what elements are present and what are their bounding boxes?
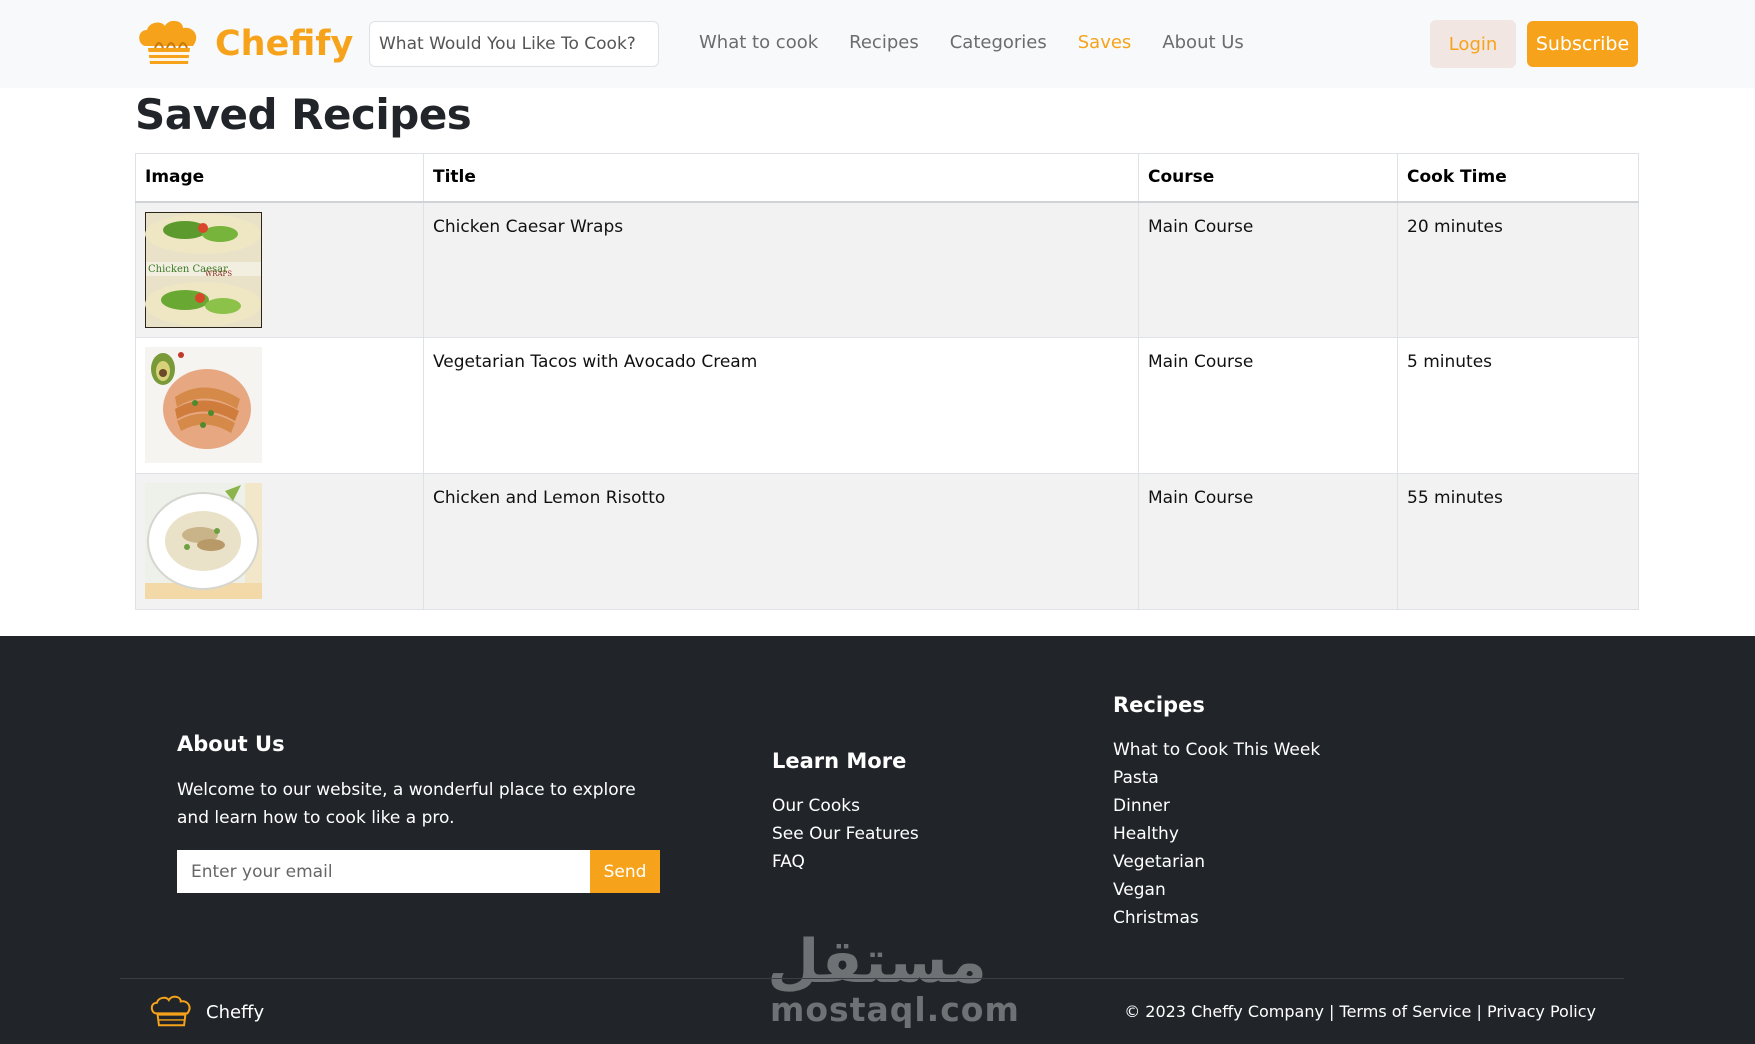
footer-link-healthy[interactable]: Healthy — [1113, 820, 1320, 848]
terms-of-service-link[interactable]: Terms of Service — [1340, 1002, 1472, 1021]
watermark: مستقل mostaql.com — [767, 924, 1019, 1039]
image-cell: Chicken Caesar WRAPS — [135, 201, 424, 338]
column-header-image: Image — [135, 153, 424, 203]
saved-recipes-table: Image Title Course Cook Time Chicken Cae… — [135, 153, 1639, 610]
chicken-caesar-wraps-photo[interactable]: Chicken Caesar WRAPS — [145, 211, 262, 328]
footer-recipes-heading: Recipes — [1113, 693, 1205, 717]
nav-about-us[interactable]: About Us — [1162, 32, 1244, 53]
vegetarian-tacos-photo[interactable] — [145, 347, 262, 463]
nav-saves[interactable]: Saves — [1078, 32, 1132, 53]
table-row[interactable]: Chicken and Lemon Risotto Main Course 55… — [135, 473, 1639, 610]
image-cell — [135, 473, 424, 610]
footer-link-faq[interactable]: FAQ — [772, 848, 919, 876]
footer-brand[interactable]: Cheffy — [149, 994, 264, 1030]
footer-link-vegetarian[interactable]: Vegetarian — [1113, 848, 1320, 876]
separator: | — [1476, 1002, 1482, 1021]
footer-link-pasta[interactable]: Pasta — [1113, 764, 1320, 792]
page-title: Saved Recipes — [135, 90, 472, 139]
privacy-policy-link[interactable]: Privacy Policy — [1487, 1002, 1596, 1021]
table-header-row: Image Title Course Cook Time — [135, 153, 1639, 203]
footer-recipes-links: What to Cook This Week Pasta Dinner Heal… — [1113, 736, 1320, 932]
column-header-course: Course — [1138, 153, 1398, 203]
footer-link-dinner[interactable]: Dinner — [1113, 792, 1320, 820]
title-cell[interactable]: Chicken Caesar Wraps — [423, 201, 1139, 338]
footer-link-what-to-cook-this-week[interactable]: What to Cook This Week — [1113, 736, 1320, 764]
separator: | — [1329, 1002, 1335, 1021]
footer-brand-name: Cheffy — [206, 1001, 265, 1023]
copyright-line: © 2023 Cheffy Company | Terms of Service… — [1124, 1002, 1596, 1021]
subscribe-button[interactable]: Subscribe — [1527, 21, 1638, 67]
footer: About Us Welcome to our website, a wonde… — [0, 636, 1755, 1044]
footer-about-heading: About Us — [177, 732, 285, 756]
table-row[interactable]: Chicken Caesar WRAPS Chicken Caesar Wrap… — [135, 201, 1639, 338]
footer-divider — [120, 978, 1624, 979]
chicken-lemon-risotto-photo[interactable] — [145, 483, 262, 599]
watermark-arabic-text: مستقل — [770, 927, 985, 994]
footer-link-christmas[interactable]: Christmas — [1113, 904, 1320, 932]
nav-categories[interactable]: Categories — [950, 32, 1047, 53]
chef-hat-icon — [150, 995, 191, 1027]
chef-hat-icon — [139, 20, 197, 64]
title-cell[interactable]: Vegetarian Tacos with Avocado Cream — [423, 337, 1139, 474]
brand-logo[interactable]: Chefify — [135, 18, 353, 70]
footer-learn-more-heading: Learn More — [772, 749, 907, 773]
footer-about-text: Welcome to our website, a wonderful plac… — [177, 780, 636, 828]
brand-name: Chefify — [215, 24, 354, 64]
cook-time-cell: 55 minutes — [1397, 473, 1639, 610]
cook-time-cell: 5 minutes — [1397, 337, 1639, 474]
newsletter-email-input[interactable] — [177, 850, 591, 893]
search-input[interactable] — [369, 21, 659, 67]
title-cell[interactable]: Chicken and Lemon Risotto — [423, 473, 1139, 610]
column-header-cook-time: Cook Time — [1397, 153, 1639, 203]
watermark-latin-text: mostaql.com — [770, 990, 1020, 1029]
main-nav: What to cook Recipes Categories Saves Ab… — [699, 32, 1275, 53]
image-cell — [135, 337, 424, 474]
cook-time-cell: 20 minutes — [1397, 201, 1639, 338]
course-cell: Main Course — [1138, 201, 1398, 338]
footer-link-vegan[interactable]: Vegan — [1113, 876, 1320, 904]
nav-recipes[interactable]: Recipes — [849, 32, 919, 53]
nav-what-to-cook[interactable]: What to cook — [699, 32, 818, 53]
course-cell: Main Course — [1138, 337, 1398, 474]
table-row[interactable]: Vegetarian Tacos with Avocado Cream Main… — [135, 337, 1639, 474]
newsletter-send-button[interactable]: Send — [590, 850, 660, 893]
column-header-title: Title — [423, 153, 1139, 203]
course-cell: Main Course — [1138, 473, 1398, 610]
svg-text:WRAPS: WRAPS — [205, 270, 232, 278]
footer-link-our-cooks[interactable]: Our Cooks — [772, 792, 919, 820]
navbar: Chefify What to cook Recipes Categories … — [0, 0, 1755, 88]
watermark-logo: مستقل — [767, 927, 986, 997]
footer-learn-more-links: Our Cooks See Our Features FAQ — [772, 792, 919, 876]
copyright-text: © 2023 Cheffy Company — [1124, 1002, 1324, 1021]
footer-link-features[interactable]: See Our Features — [772, 820, 919, 848]
login-button[interactable]: Login — [1430, 20, 1516, 68]
